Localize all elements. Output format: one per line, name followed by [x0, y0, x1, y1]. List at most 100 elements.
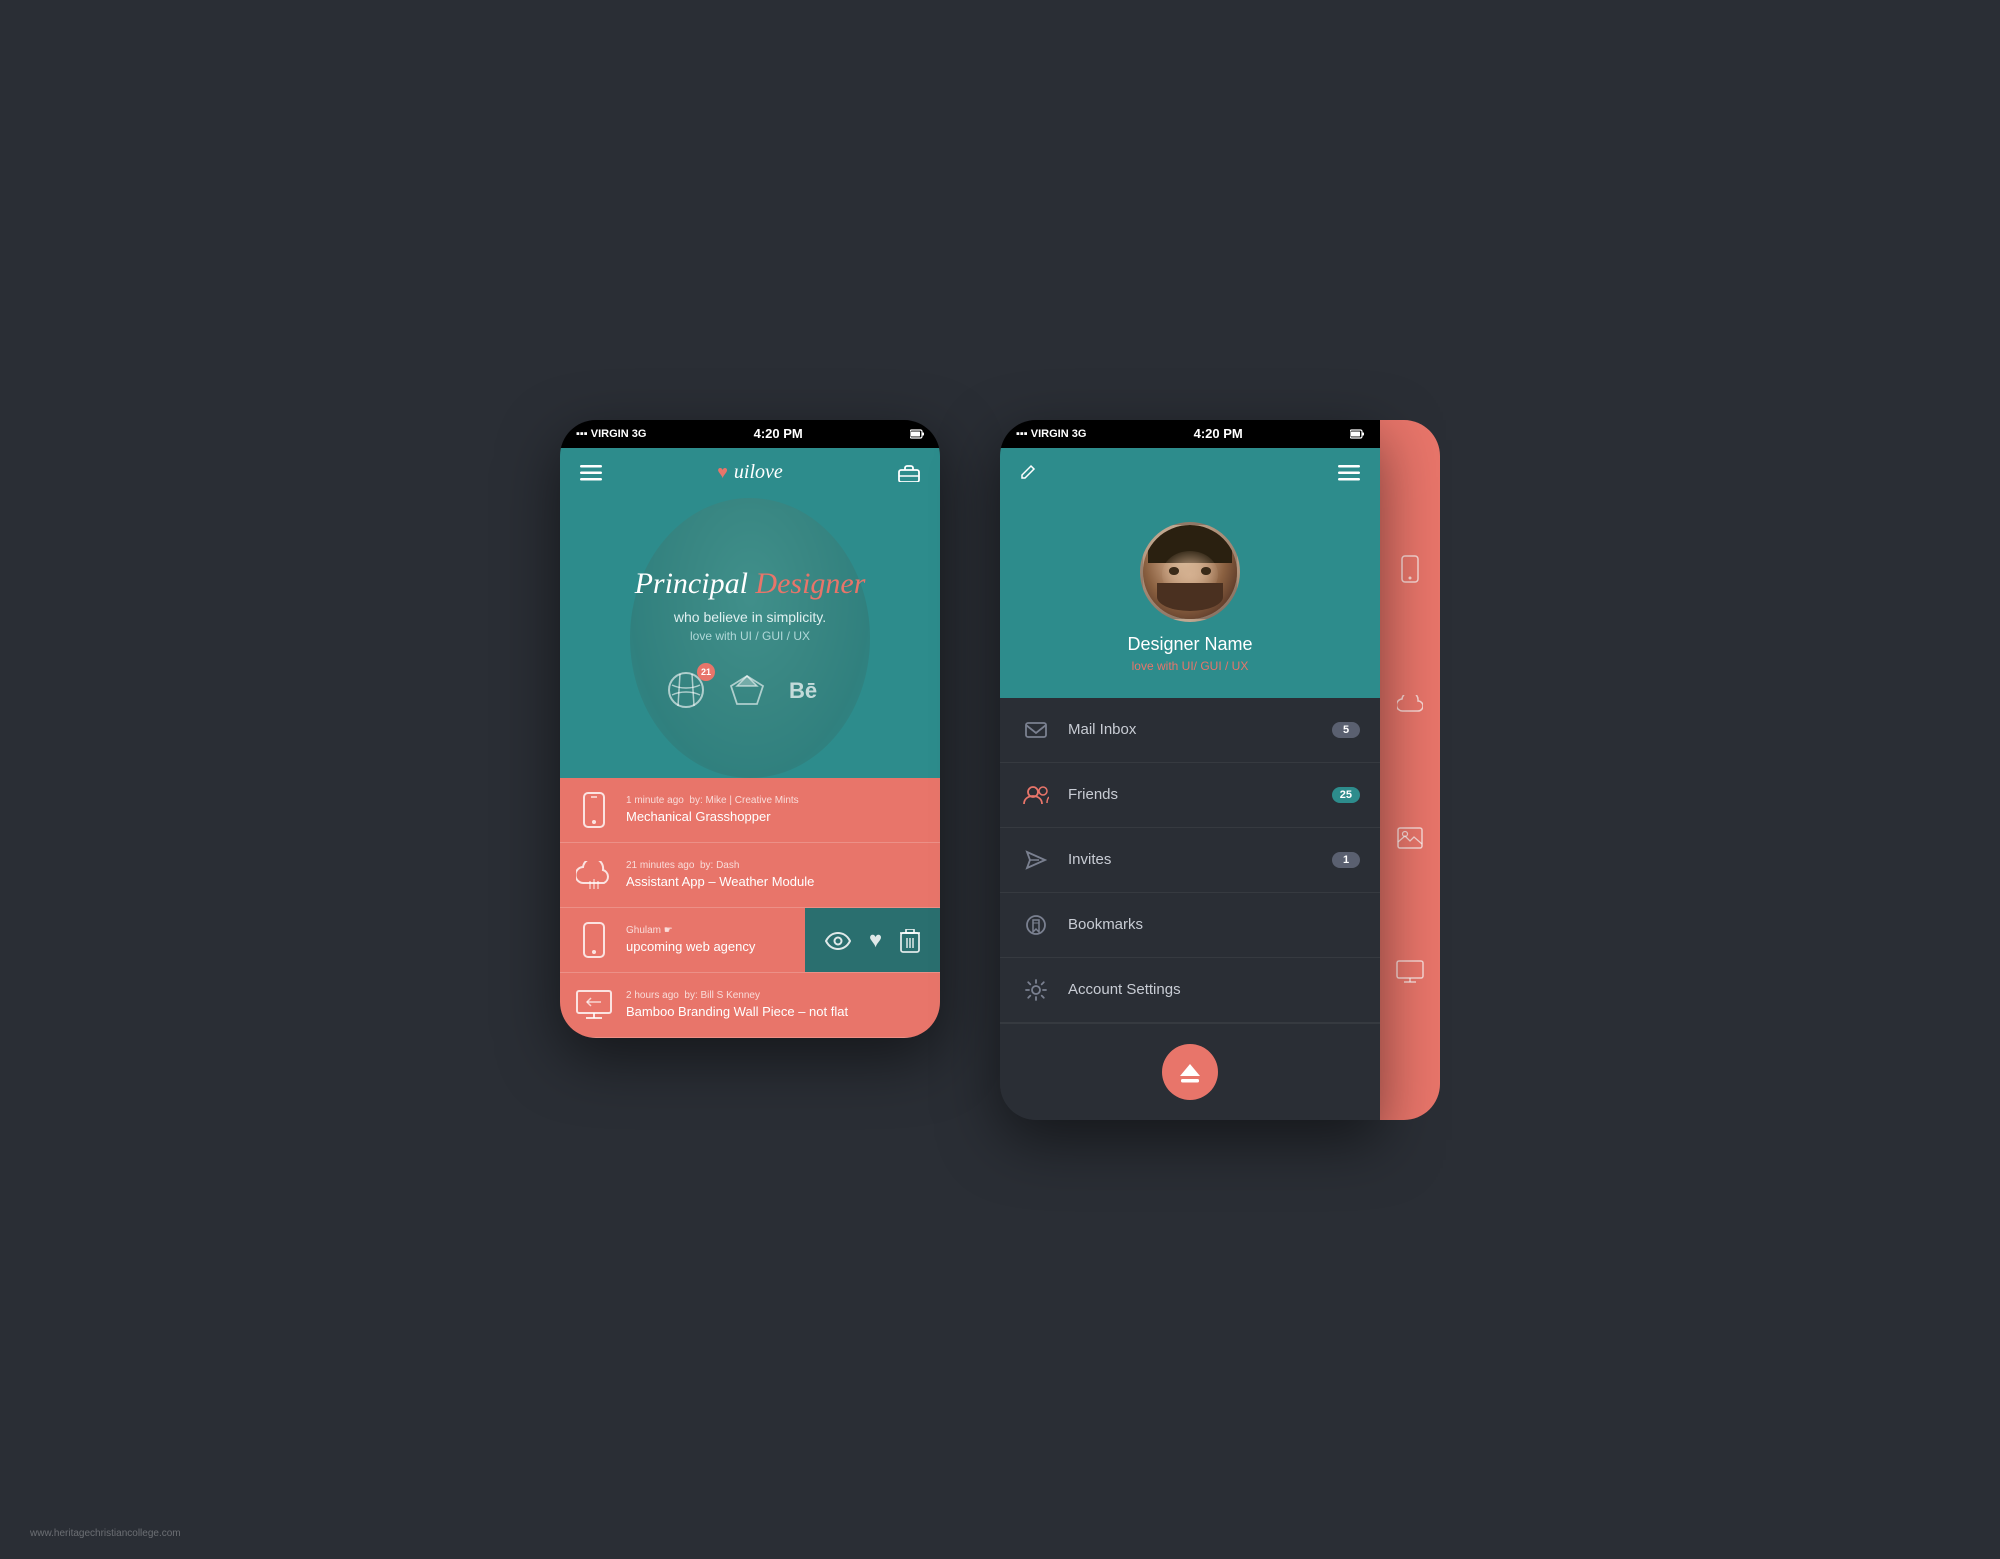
mail-icon: [1020, 714, 1052, 746]
profile-name: Designer Name: [1127, 634, 1252, 655]
menu-list: Mail Inbox 5 Frien: [1000, 698, 1380, 1120]
feed-item-4-title: Bamboo Branding Wall Piece – not flat: [626, 1004, 924, 1019]
status-bar-1: ▪▪▪ VIRGIN 3G 4:20 PM: [560, 420, 940, 448]
signal-2: ▪▪▪ VIRGIN 3G: [1016, 428, 1086, 440]
battery-icon-1: [910, 429, 924, 439]
side-monitor-icon: [1396, 960, 1424, 984]
trash-icon: [900, 929, 920, 953]
heart-icon: ♥: [717, 462, 728, 483]
side-cloud-icon: [1397, 693, 1423, 716]
eject-icon: [1176, 1058, 1204, 1086]
view-action[interactable]: [825, 927, 851, 953]
feed-item-1-content: 1 minute ago by: Mike | Creative Mints M…: [626, 795, 924, 824]
like-action[interactable]: ♥: [869, 927, 882, 953]
watermark: www.heritagechristiancollege.com: [30, 1528, 181, 1539]
bookmarks-label: Bookmarks: [1068, 916, 1360, 933]
bookmarks-icon: [1020, 909, 1052, 941]
hero-icons: 21: [667, 671, 833, 709]
feed-item-2-meta: 21 minutes ago by: Dash: [626, 860, 924, 871]
friends-label: Friends: [1068, 786, 1332, 803]
feed-item-2[interactable]: 21 minutes ago by: Dash Assistant App – …: [560, 843, 940, 908]
swipe-actions: ♥: [805, 908, 940, 972]
invites-badge: 1: [1332, 852, 1360, 868]
hero-tagline: love with UI / GUI / UX: [690, 629, 810, 643]
app-name: uilove: [734, 461, 783, 484]
feed-item-3-meta: Ghulam ☛: [626, 925, 789, 936]
phone2: ▪▪▪ VIRGIN 3G 4:20 PM: [1000, 420, 1380, 1120]
feed-section: 1 minute ago by: Mike | Creative Mints M…: [560, 778, 940, 1038]
svg-text:Bē: Bē: [789, 678, 817, 702]
side-image-icon: [1397, 827, 1423, 850]
profile-section: Designer Name love with UI/ GUI / UX: [1000, 498, 1380, 698]
sketch-icon[interactable]: [729, 672, 765, 708]
behance-logo-icon: Bē: [789, 678, 833, 702]
menu-item-friends[interactable]: Friends 25: [1000, 763, 1380, 828]
hamburger-icon[interactable]: [580, 462, 602, 483]
settings-icon: [1020, 974, 1052, 1006]
feed-item-2-icon: [576, 857, 612, 893]
feed-item-3-swipe-row: Ghulam ☛ upcoming web agency ♥: [560, 908, 940, 973]
hero-subtitle: who believe in simplicity.: [674, 609, 826, 625]
menu-item-bookmarks[interactable]: Bookmarks: [1000, 893, 1380, 958]
settings-label: Account Settings: [1068, 981, 1360, 998]
profile-header: [1000, 448, 1380, 498]
sketch-logo-icon: [729, 672, 765, 708]
hero-section: Principal Designer who believe in simpli…: [560, 498, 940, 778]
time-2: 4:20 PM: [1194, 426, 1243, 441]
delete-action[interactable]: [900, 926, 920, 952]
feed-item-2-title: Assistant App – Weather Module: [626, 874, 924, 889]
eject-section: [1000, 1023, 1380, 1120]
bookmark-icon: [1025, 914, 1047, 936]
eject-button[interactable]: [1162, 1044, 1218, 1100]
feed-item-3[interactable]: Ghulam ☛ upcoming web agency: [560, 908, 805, 972]
friends-icon: [1020, 779, 1052, 811]
feed-item-4-content: 2 hours ago by: Bill S Kenney Bamboo Bra…: [626, 990, 924, 1019]
users-icon: [1023, 785, 1049, 805]
menu-item-mail[interactable]: Mail Inbox 5: [1000, 698, 1380, 763]
phone1: ▪▪▪ VIRGIN 3G 4:20 PM ♥ uilove: [560, 420, 940, 1038]
dribbble-badge: 21: [697, 663, 715, 681]
hero-title-principal: Principal: [635, 567, 756, 600]
invites-icon: [1020, 844, 1052, 876]
feed-item-1-icon: [576, 792, 612, 828]
phone2-wrapper: ▪▪▪ VIRGIN 3G 4:20 PM: [1000, 420, 1440, 1120]
briefcase-icon[interactable]: [898, 462, 920, 483]
mail-label: Mail Inbox: [1068, 721, 1332, 738]
envelope-icon: [1025, 722, 1047, 738]
time-1: 4:20 PM: [754, 426, 803, 441]
edit-icon: [1020, 464, 1036, 480]
feed-item-4[interactable]: 2 hours ago by: Bill S Kenney Bamboo Bra…: [560, 973, 940, 1038]
hero-title: Principal Designer: [635, 567, 866, 601]
hamburger-icon-2[interactable]: [1338, 462, 1360, 483]
monitor-icon: [576, 990, 612, 1020]
cloud-icon: [576, 861, 612, 889]
send-icon: [1025, 850, 1047, 870]
feed-item-1-title: Mechanical Grasshopper: [626, 809, 924, 824]
battery-icon-2: [1350, 429, 1364, 439]
feed-item-2-content: 21 minutes ago by: Dash Assistant App – …: [626, 860, 924, 889]
side-phone-icon: [1401, 555, 1419, 583]
dribbble-icon-wrap[interactable]: 21: [667, 671, 705, 709]
feed-item-3-title: upcoming web agency: [626, 939, 789, 954]
app-logo: ♥ uilove: [717, 461, 783, 484]
menu-item-settings[interactable]: Account Settings: [1000, 958, 1380, 1023]
phones-container: ▪▪▪ VIRGIN 3G 4:20 PM ♥ uilove: [560, 420, 1440, 1120]
eye-icon: [825, 932, 851, 950]
behance-icon[interactable]: Bē: [789, 678, 833, 702]
hero-title-designer: Designer: [755, 567, 865, 600]
feed-item-4-icon: [576, 987, 612, 1023]
feed-item-1-meta: 1 minute ago by: Mike | Creative Mints: [626, 795, 924, 806]
phone-icon-1: [582, 792, 606, 828]
feed-item-3-icon: [576, 922, 612, 958]
feed-item-1[interactable]: 1 minute ago by: Mike | Creative Mints M…: [560, 778, 940, 843]
profile-tagline: love with UI/ GUI / UX: [1132, 659, 1249, 673]
status-bar-2: ▪▪▪ VIRGIN 3G 4:20 PM: [1000, 420, 1380, 448]
side-strip: [1380, 420, 1440, 1120]
feed-item-4-meta: 2 hours ago by: Bill S Kenney: [626, 990, 924, 1001]
pencil-icon[interactable]: [1020, 464, 1036, 482]
menu-item-invites[interactable]: Invites 1: [1000, 828, 1380, 893]
invites-label: Invites: [1068, 851, 1332, 868]
signal-1: ▪▪▪ VIRGIN 3G: [576, 428, 646, 440]
page-background: ▪▪▪ VIRGIN 3G 4:20 PM ♥ uilove: [0, 0, 2000, 1559]
feed-item-3-content: Ghulam ☛ upcoming web agency: [626, 925, 789, 954]
